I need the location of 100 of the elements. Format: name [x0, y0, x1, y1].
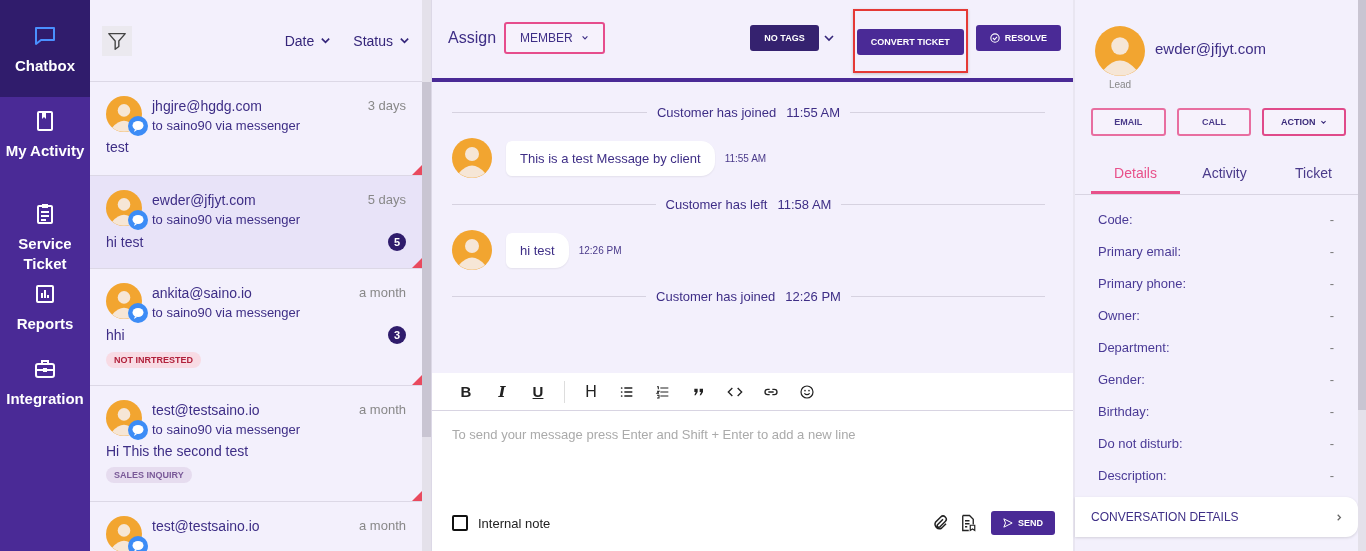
- filter-dropdown[interactable]: Date: [284, 32, 332, 49]
- section-title: CONVERSATION DETAILS: [1091, 510, 1239, 524]
- corner-flag-icon: [412, 375, 422, 385]
- contact-email: ankita@saino.io: [152, 285, 252, 301]
- check-circle-icon: [989, 33, 1000, 43]
- contact-email: test@testsaino.io: [152, 402, 260, 418]
- conversation-item[interactable]: ewder@jfjyt.com 5 days to saino90 via messenger hi test 5: [90, 176, 422, 269]
- sidebar-item[interactable]: Integration: [0, 345, 90, 430]
- contact-action-button[interactable]: EMAIL: [1091, 108, 1166, 136]
- tab[interactable]: Ticket: [1269, 154, 1358, 194]
- heading-button[interactable]: H: [573, 377, 609, 406]
- unread-count: 3: [388, 326, 406, 344]
- corner-flag-icon: [412, 165, 422, 175]
- channel-info: to saino90 via messenger: [152, 118, 302, 133]
- resolve-button[interactable]: RESOLVE: [975, 25, 1061, 51]
- send-button[interactable]: SEND: [991, 511, 1055, 535]
- message-input[interactable]: To send your message press Enter and Shift + Enter to add a new line: [432, 411, 1073, 503]
- scrollbar[interactable]: [422, 0, 431, 551]
- field-value: -: [1329, 243, 1334, 259]
- emoji-icon[interactable]: [799, 383, 815, 400]
- numbered-list-icon[interactable]: [655, 383, 671, 400]
- filter-dropdown[interactable]: Status: [353, 32, 410, 49]
- message-preview: hi test: [106, 234, 144, 250]
- briefcase-icon: [33, 357, 57, 381]
- conversation-item[interactable]: ankita@saino.io a month to saino90 via messenger hhi 3 NOT INRTRESTED: [90, 269, 422, 386]
- channel-info: to saino90 via messenger: [152, 305, 302, 320]
- contact-email: ewder@jfjyt.com: [1155, 39, 1267, 59]
- field-label: Do not disturb:: [1098, 435, 1183, 451]
- italic-button[interactable]: I: [484, 377, 520, 406]
- conversation-time: a month: [359, 402, 406, 418]
- field-value: -: [1329, 339, 1334, 355]
- scrollbar[interactable]: [1358, 0, 1366, 551]
- event-time: 11:58 AM: [777, 196, 832, 212]
- contact-email: test@testsaino.io: [152, 518, 260, 534]
- send-icon: [1003, 518, 1013, 528]
- chevron-down-icon: [399, 35, 410, 46]
- conversation-details-bar[interactable]: CONVERSATION DETAILS: [1075, 497, 1358, 537]
- chevron-down-icon: [580, 34, 589, 42]
- field-value: -: [1329, 403, 1334, 419]
- conversation-item[interactable]: test@testsaino.io a month: [90, 502, 422, 551]
- sidebar-item[interactable]: Chatbox: [0, 0, 90, 97]
- field-label: Birthday:: [1098, 403, 1150, 419]
- checkbox[interactable]: [452, 515, 468, 531]
- tab[interactable]: Activity: [1180, 154, 1269, 194]
- messenger-badge-icon: [128, 210, 148, 230]
- field-value: -: [1329, 467, 1334, 483]
- sidebar-item[interactable]: Service Ticket: [0, 190, 90, 270]
- field-label: Department:: [1098, 339, 1170, 355]
- field-value: -: [1329, 211, 1334, 227]
- conversation-time: 5 days: [367, 192, 406, 208]
- conversation-time: 3 days: [367, 98, 406, 114]
- bar-chart-icon: [33, 282, 57, 306]
- field-label: Code:: [1098, 211, 1133, 227]
- event-time: 12:26 PM: [785, 288, 841, 304]
- conversation-time: a month: [359, 285, 406, 301]
- assign-label: Assign: [448, 29, 497, 47]
- field-label: Owner:: [1098, 307, 1140, 323]
- contact-email: jhgjre@hgdg.com: [152, 98, 262, 114]
- tag: NOT INRTRESTED: [106, 352, 201, 368]
- field-label: Primary email:: [1098, 243, 1182, 259]
- paperclip-icon[interactable]: [931, 514, 949, 532]
- messenger-badge-icon: [128, 420, 148, 440]
- field-value: -: [1329, 275, 1334, 291]
- corner-flag-icon: [412, 258, 422, 268]
- chevron-down-icon: [1320, 118, 1328, 126]
- action-dropdown[interactable]: ACTION: [1262, 108, 1346, 136]
- chat-icon: [33, 24, 57, 48]
- convert-ticket-button[interactable]: CONVERT TICKET: [856, 29, 964, 55]
- field-value: -: [1329, 435, 1334, 451]
- unread-count: 5: [388, 233, 406, 251]
- sidebar-item[interactable]: Reports: [0, 270, 90, 345]
- avatar-icon: [1095, 26, 1145, 76]
- event-text: Customer has left: [665, 196, 768, 212]
- chevron-down-icon: [320, 35, 332, 46]
- contact-action-button[interactable]: CALL: [1176, 108, 1252, 136]
- contact-role: Lead: [1108, 79, 1132, 90]
- avatar-icon: [452, 230, 492, 270]
- channel-info: to saino90 via messenger: [152, 212, 302, 227]
- sidebar-item[interactable]: My Activity: [0, 97, 90, 190]
- message-bubble: hi test: [506, 232, 569, 268]
- tags-button[interactable]: NO TAGS: [750, 25, 819, 51]
- assignee-dropdown[interactable]: MEMBER: [504, 22, 605, 54]
- message-preview: test: [106, 139, 129, 155]
- message-bubble: This is a test Message by client: [506, 140, 715, 176]
- field-label: Description:: [1098, 467, 1167, 483]
- chevron-down-icon[interactable]: [822, 32, 835, 44]
- chevron-right-icon: [1335, 512, 1344, 522]
- contact-email: ewder@jfjyt.com: [152, 192, 256, 208]
- field-value: -: [1329, 307, 1334, 323]
- filter-button[interactable]: [102, 25, 132, 56]
- field-value: -: [1329, 371, 1334, 387]
- conversation-item[interactable]: test@testsaino.io a month to saino90 via messenger Hi This the second test SALES INQUIRY: [90, 386, 422, 502]
- messenger-badge-icon: [128, 303, 148, 323]
- bold-button[interactable]: B: [448, 377, 484, 406]
- message-preview: hhi: [106, 327, 125, 343]
- event-time: 11:55 AM: [786, 104, 841, 120]
- document-icon[interactable]: [959, 514, 977, 532]
- event-text: Customer has joined: [656, 104, 777, 120]
- underline-button[interactable]: U: [520, 377, 556, 406]
- checkbox-label: Internal note: [478, 515, 551, 531]
